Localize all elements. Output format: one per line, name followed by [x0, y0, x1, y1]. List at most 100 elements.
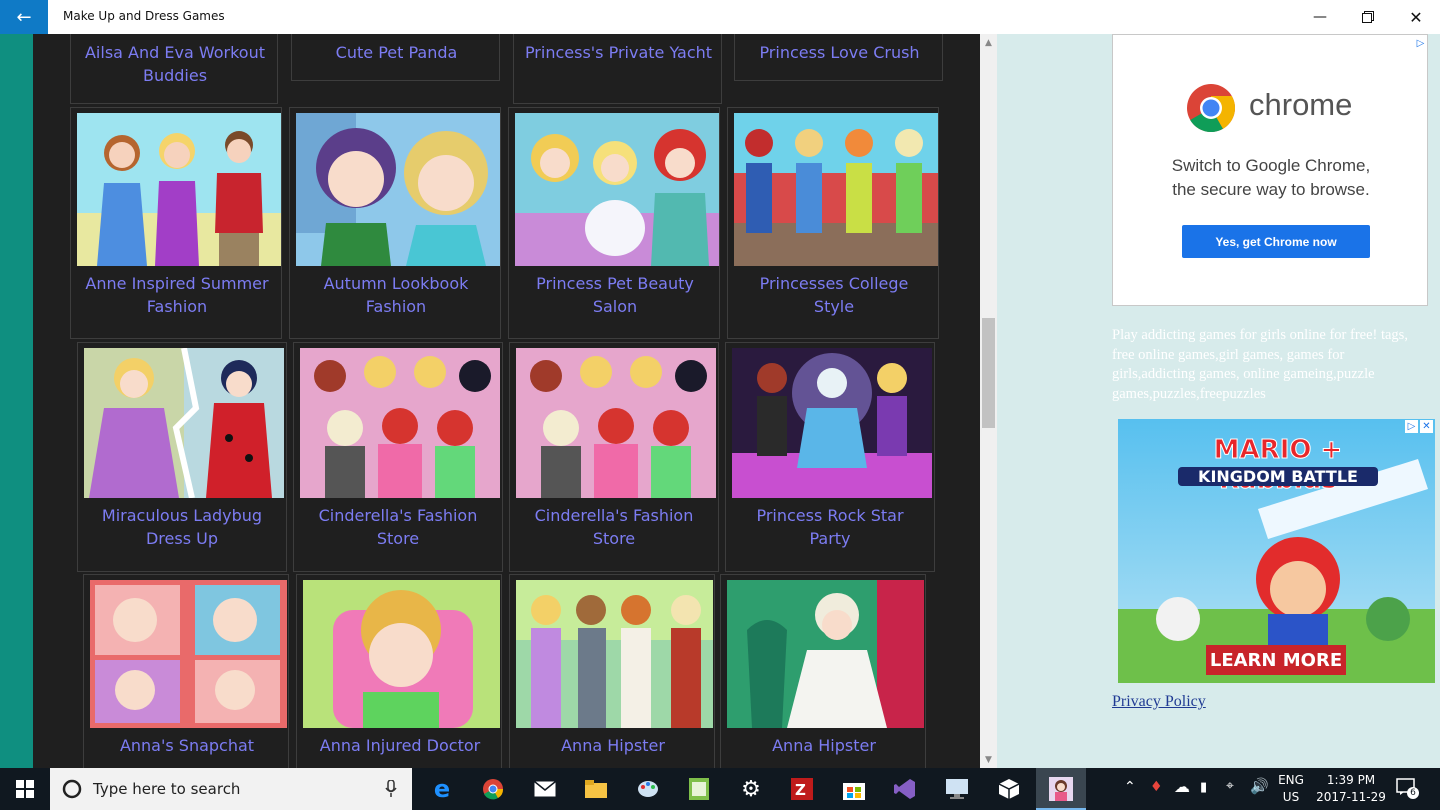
game-title: Anne Inspired Summer Fashion: [85, 274, 269, 316]
adchoices-icon[interactable]: ▷: [1414, 37, 1427, 50]
show-hidden-icons[interactable]: ⌃: [1124, 779, 1136, 796]
vertical-scrollbar[interactable]: ▲ ▼: [980, 34, 997, 768]
action-center-button[interactable]: 6: [1396, 778, 1419, 799]
game-card[interactable]: Cinderella's Fashion Store: [293, 342, 503, 572]
game-title: Cinderella's Fashion Store: [534, 506, 694, 548]
game-card[interactable]: Princess Love Crush: [734, 34, 943, 81]
game-card[interactable]: Ailsa And Eva Workout Buddies: [70, 34, 278, 104]
chrome-logo-icon: [1187, 84, 1235, 133]
ad-headline: MARIO + Rabbids: [1213, 435, 1343, 496]
site-description: Play addicting games for girls online fo…: [1112, 327, 1408, 402]
game-title: Princess Pet Beauty Salon: [536, 274, 694, 316]
game-title: Anna's Snapchat: [119, 736, 255, 755]
game-thumbnail[interactable]: [515, 113, 719, 266]
game-card[interactable]: Anna Hipster: [509, 574, 715, 768]
notification-badge: 6: [1407, 787, 1419, 799]
minimize-button[interactable]: —: [1296, 0, 1344, 34]
visual-studio-icon[interactable]: [892, 776, 918, 802]
game-title: Anna Injured Doctor: [319, 736, 481, 755]
edge-icon[interactable]: e: [429, 775, 455, 803]
ad-text: Switch to Google Chrome,: [1171, 156, 1371, 175]
close-button[interactable]: ✕: [1392, 0, 1440, 34]
game-thumbnail[interactable]: [84, 348, 284, 498]
settings-gear-icon[interactable]: ⚙: [738, 776, 764, 802]
game-thumbnail[interactable]: [300, 348, 500, 498]
restore-button[interactable]: [1344, 0, 1392, 34]
active-app-tab[interactable]: [1036, 768, 1086, 810]
remote-desktop-icon[interactable]: [944, 776, 970, 802]
game-thumbnail[interactable]: [303, 580, 500, 728]
get-chrome-button[interactable]: Yes, get Chrome now: [1182, 225, 1370, 258]
game-card[interactable]: Anna Hipster: [720, 574, 926, 768]
notepad-icon[interactable]: [686, 776, 712, 802]
microphone-icon[interactable]: [385, 780, 397, 798]
dress-up-app-icon: [1048, 776, 1074, 802]
game-thumbnail[interactable]: [734, 113, 938, 266]
game-thumbnail[interactable]: [516, 348, 716, 498]
game-thumbnail[interactable]: [77, 113, 281, 266]
onedrive-icon[interactable]: ☁: [1174, 778, 1190, 795]
taskbar-search[interactable]: Type here to search: [50, 768, 412, 810]
game-title: Miraculous Ladybug Dress Up: [101, 506, 263, 548]
mail-icon[interactable]: [532, 776, 558, 802]
game-title: Autumn Lookbook Fashion: [323, 274, 469, 316]
game-card[interactable]: Princess Pet Beauty Salon: [508, 107, 720, 339]
chrome-icon[interactable]: [480, 776, 506, 802]
game-grid: Ailsa And Eva Workout Buddies Cute Pet P…: [33, 34, 980, 768]
game-card[interactable]: Cute Pet Panda: [291, 34, 500, 81]
game-card[interactable]: Princess's Private Yacht: [513, 34, 722, 104]
title-bar: ← Make Up and Dress Games — ✕: [0, 0, 1440, 34]
game-card[interactable]: Princess Rock Star Party: [725, 342, 935, 572]
filezilla-icon[interactable]: Z: [789, 776, 815, 802]
store-icon[interactable]: [841, 776, 867, 802]
game-card[interactable]: Princesses College Style: [727, 107, 939, 339]
clock-time: 1:39 PM: [1326, 773, 1376, 787]
wifi-icon[interactable]: ⌖: [1226, 778, 1234, 795]
paint-icon[interactable]: [635, 776, 661, 802]
minimize-icon: —: [1313, 9, 1327, 25]
learn-more-button[interactable]: LEARN MORE: [1206, 645, 1346, 675]
file-explorer-icon[interactable]: [583, 776, 609, 802]
scroll-up-icon[interactable]: ▲: [980, 34, 997, 51]
game-thumbnail[interactable]: [516, 580, 713, 728]
game-title: Princess Rock Star Party: [756, 506, 904, 548]
game-card[interactable]: Cinderella's Fashion Store: [509, 342, 719, 572]
volume-icon[interactable]: 🔊: [1250, 778, 1269, 795]
privacy-policy-link[interactable]: Privacy Policy: [1112, 693, 1206, 711]
battery-icon[interactable]: ▮: [1200, 779, 1207, 796]
taskbar: Type here to search e ⚙ Z ⌃ ♦ ☁ ▮ ⌖ 🔊 EN…: [0, 768, 1440, 810]
package-icon[interactable]: [996, 776, 1022, 802]
restore-icon: [1362, 11, 1374, 23]
svg-text:Z: Z: [795, 781, 806, 799]
scroll-thumb[interactable]: [982, 318, 995, 428]
game-card[interactable]: Miraculous Ladybug Dress Up: [77, 342, 287, 572]
back-button[interactable]: ←: [0, 0, 48, 34]
mario-rabbids-ad[interactable]: MARIO + Rabbids KINGDOM BATTLE LEARN MOR…: [1118, 419, 1435, 683]
game-title: Cinderella's Fashion Store: [318, 506, 478, 548]
scroll-down-icon[interactable]: ▼: [980, 751, 997, 768]
game-title: Princess Love Crush: [759, 43, 920, 62]
ad-text: the secure way to browse.: [1172, 180, 1370, 199]
input-language[interactable]: ENG US: [1274, 772, 1308, 806]
start-button[interactable]: [0, 768, 50, 810]
ad-close-icon[interactable]: ✕: [1420, 420, 1433, 433]
cortana-icon: [62, 779, 82, 799]
game-thumbnail[interactable]: [296, 113, 500, 266]
chrome-ad[interactable]: ▷ chrome Switch to Google Chrome, the se…: [1112, 34, 1428, 306]
window-title: Make Up and Dress Games: [63, 9, 225, 23]
adchoices-icon[interactable]: ▷: [1405, 420, 1418, 433]
game-card[interactable]: Anna Injured Doctor: [296, 574, 502, 768]
game-card[interactable]: Autumn Lookbook Fashion: [289, 107, 501, 339]
game-card[interactable]: Anne Inspired Summer Fashion: [70, 107, 282, 339]
close-icon: ✕: [1409, 7, 1423, 27]
game-card[interactable]: Anna's Snapchat: [83, 574, 289, 768]
game-thumbnail[interactable]: [727, 580, 924, 728]
game-thumbnail[interactable]: [90, 580, 287, 728]
game-title: Cute Pet Panda: [335, 43, 458, 62]
language-code: ENG: [1278, 773, 1304, 787]
clock[interactable]: 1:39 PM 2017-11-29: [1312, 772, 1390, 806]
security-icon[interactable]: ♦: [1150, 779, 1163, 796]
game-thumbnail[interactable]: [732, 348, 932, 498]
game-title: Anna Hipster: [772, 736, 876, 755]
game-title: Princesses College Style: [759, 274, 909, 316]
